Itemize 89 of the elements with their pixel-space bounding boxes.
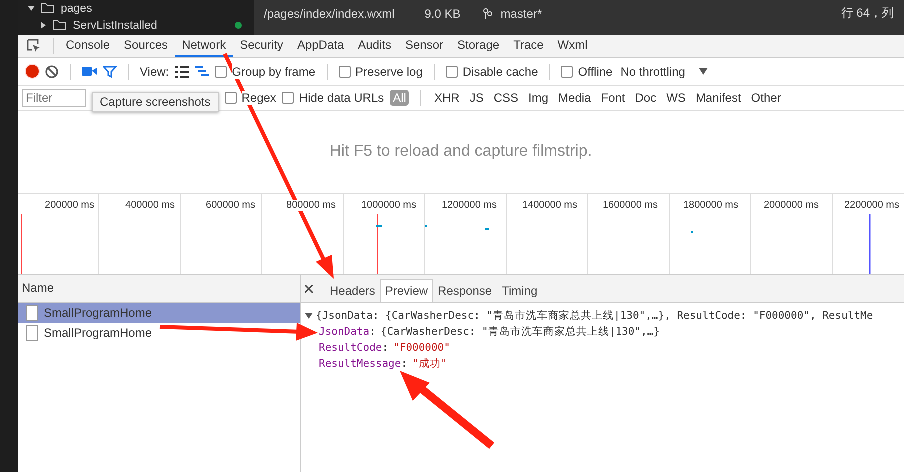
hide-data-urls-checkbox[interactable]: Hide data URLs xyxy=(282,91,384,105)
list-view-icon[interactable] xyxy=(175,66,190,78)
filmstrip-message: Hit F5 to reload and capture filmstrip. xyxy=(330,143,592,161)
tab[interactable]: Sources xyxy=(117,35,176,57)
tab[interactable]: Storage xyxy=(450,35,507,57)
tick-label: 1600000 ms xyxy=(602,200,658,211)
option-checkbox[interactable]: Disable cache xyxy=(446,64,538,78)
option-label: Disable cache xyxy=(462,64,538,78)
type-filter-button[interactable]: Manifest xyxy=(694,90,744,106)
tab[interactable]: Security xyxy=(233,35,290,57)
file-size: 9.0 KB xyxy=(424,6,461,20)
tab[interactable]: Console xyxy=(59,35,118,57)
tooltip: Capture screenshots xyxy=(92,92,219,112)
camera-icon[interactable] xyxy=(82,66,97,77)
request-name: SmallProgramHome xyxy=(44,326,152,340)
tree-item[interactable]: ServListInstalled xyxy=(73,20,158,32)
json-value: {CarWasherDesc: "青岛市洗车商家总共上线|130",…} xyxy=(380,325,660,339)
document-icon xyxy=(26,305,38,321)
tick-label: 1000000 ms xyxy=(361,200,416,211)
regex-checkbox[interactable]: Regex xyxy=(224,91,276,105)
tab[interactable]: Audits xyxy=(351,35,398,57)
cursor-position: 行 64，列 xyxy=(841,5,894,22)
branch-name: master* xyxy=(500,6,542,20)
view-label: View: xyxy=(140,64,170,78)
json-key: ResultCode xyxy=(319,342,382,354)
tick-label: 2200000 ms xyxy=(844,200,900,211)
tab[interactable]: Headers xyxy=(325,279,380,302)
column-header: Name xyxy=(18,275,300,303)
json-key: ResultMessage xyxy=(319,358,402,370)
json-colon: : xyxy=(382,342,389,354)
json-value: "F000000" xyxy=(394,342,450,354)
type-filter-button[interactable]: XHR xyxy=(432,90,462,106)
tick-label: 400000 ms xyxy=(126,200,175,211)
tab[interactable]: Preview xyxy=(380,279,434,302)
option-label: Offline xyxy=(578,64,613,78)
option-label: Group by frame xyxy=(232,64,316,78)
type-filter-button[interactable]: JS xyxy=(468,90,486,106)
record-button[interactable] xyxy=(26,65,39,78)
regex-label: Regex xyxy=(242,91,276,105)
type-filter-button[interactable]: Other xyxy=(749,90,784,106)
caret-icon[interactable] xyxy=(40,22,47,29)
tick-label: 800000 ms xyxy=(286,200,336,211)
type-filter-button[interactable]: WS xyxy=(664,90,688,106)
request-row[interactable]: SmallProgramHome xyxy=(18,323,300,343)
json-colon: : xyxy=(370,326,376,338)
type-filter-button[interactable]: CSS xyxy=(492,90,521,106)
document-icon xyxy=(26,325,38,341)
caret-icon[interactable] xyxy=(305,312,313,320)
tab[interactable]: AppData xyxy=(290,35,352,57)
json-summary: {JsonData: {CarWasherDesc: "青岛市洗车商家总共上线|130",…}, ResultCode: "F000000", ResultMe xyxy=(316,309,874,323)
dropdown-caret-icon[interactable] xyxy=(699,68,708,75)
clear-icon[interactable] xyxy=(45,64,59,78)
option-checkbox[interactable]: Preserve log xyxy=(338,64,423,78)
throttling-dropdown[interactable]: No throttling xyxy=(620,64,686,78)
tick-label: 2000000 ms xyxy=(764,200,819,211)
tab[interactable]: Wxml xyxy=(550,35,595,57)
tab[interactable]: Trace xyxy=(506,35,551,57)
filter-icon[interactable] xyxy=(103,64,117,78)
tab[interactable]: Timing xyxy=(497,279,543,302)
option-label: Preserve log xyxy=(356,64,423,78)
waterfall-icon[interactable] xyxy=(195,66,210,78)
tick-label: 600000 ms xyxy=(206,200,256,211)
branch-icon xyxy=(482,8,493,20)
tab[interactable]: Sensor xyxy=(398,35,451,57)
close-icon[interactable] xyxy=(305,284,313,292)
tick-label: 200000 ms xyxy=(45,200,94,211)
request-name: SmallProgramHome xyxy=(44,306,152,320)
tab[interactable]: Response xyxy=(433,279,498,302)
inspect-icon[interactable] xyxy=(26,38,42,54)
json-key: JsonData xyxy=(319,326,370,338)
caret-icon[interactable] xyxy=(28,5,35,12)
file-path: /pages/index/index.wxml xyxy=(264,6,395,20)
json-value: "成功" xyxy=(412,357,448,371)
json-colon: : xyxy=(401,358,408,370)
folder-icon xyxy=(41,3,55,14)
tick-label: 1200000 ms xyxy=(442,200,497,211)
filter-field[interactable]: Filter xyxy=(22,89,86,107)
tick-label: 1400000 ms xyxy=(522,200,578,211)
type-filter-button[interactable]: Font xyxy=(599,90,628,106)
folder-icon xyxy=(53,20,67,31)
type-filter-button[interactable]: Media xyxy=(556,90,594,106)
option-checkbox[interactable]: Group by frame xyxy=(215,64,316,78)
tab[interactable]: Network xyxy=(175,35,234,57)
type-filter-button[interactable]: Doc xyxy=(633,90,659,106)
tree-item[interactable]: pages xyxy=(61,2,92,14)
option-checkbox[interactable]: Offline xyxy=(561,64,613,78)
request-row[interactable]: SmallProgramHome xyxy=(18,303,300,323)
type-filter-button[interactable]: Img xyxy=(526,90,551,106)
tick-label: 1800000 ms xyxy=(683,200,738,211)
